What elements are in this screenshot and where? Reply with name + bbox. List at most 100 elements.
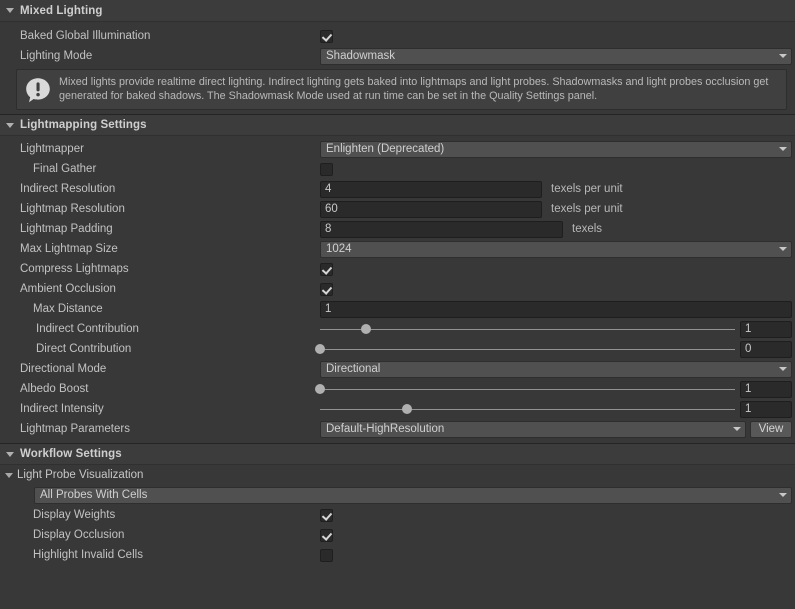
light-probe-visualization-title: Light Probe Visualization (17, 469, 144, 481)
foldout-arrow-icon[interactable] (6, 451, 14, 457)
foldout-arrow-icon[interactable] (5, 472, 13, 478)
slider-handle[interactable] (315, 344, 325, 354)
checkbox-ambient-occlusion[interactable] (320, 282, 333, 296)
label-display-occlusion: Display Occlusion (33, 529, 125, 541)
label-max-distance: Max Distance (33, 303, 103, 315)
checkbox-display-weights[interactable] (320, 508, 333, 522)
row-baked-global-illumination: Baked Global Illumination (0, 26, 795, 46)
field-lightmap-resolution: 60 texels per unit (320, 200, 792, 218)
field-indirect-intensity: 1 (320, 400, 792, 418)
label-direct-contribution: Direct Contribution (36, 343, 132, 355)
dropdown-lightmap-parameters[interactable]: Default-HighResolution (320, 420, 746, 438)
field-compress-lightmaps (320, 262, 792, 276)
field-indirect-resolution: 4 texels per unit (320, 180, 792, 198)
unit-lightmap-padding: texels (572, 223, 603, 235)
label-lightmapper: Lightmapper (20, 143, 84, 155)
label-compress-lightmaps: Compress Lightmaps (20, 263, 129, 275)
slider-indirect-contribution[interactable] (320, 321, 735, 338)
dropdown-directional-mode-value: Directional (326, 363, 381, 375)
row-direct-contribution: Direct Contribution 0 (0, 339, 795, 359)
section-header-workflow-settings[interactable]: Workflow Settings (0, 443, 795, 465)
field-final-gather (320, 162, 792, 176)
input-max-distance-value: 1 (325, 303, 332, 315)
foldout-light-probe-visualization[interactable]: Light Probe Visualization (0, 465, 795, 485)
field-highlight-invalid-cells (320, 548, 792, 562)
label-directional-mode: Directional Mode (20, 363, 107, 375)
checkbox-compress-lightmaps[interactable] (320, 262, 333, 276)
slider-track (320, 408, 735, 410)
foldout-arrow-icon[interactable] (6, 8, 14, 13)
input-lightmap-resolution-value: 60 (325, 203, 338, 215)
input-direct-contribution-value: 0 (745, 343, 752, 355)
row-compress-lightmaps: Compress Lightmaps (0, 259, 795, 279)
slider-track (320, 328, 735, 330)
input-lightmap-resolution[interactable]: 60 (320, 200, 542, 218)
label-lighting-mode: Lighting Mode (20, 50, 93, 62)
chevron-down-icon (779, 493, 787, 497)
row-lightmap-parameters: Lightmap Parameters Default-HighResoluti… (0, 419, 795, 439)
label-lightmap-padding: Lightmap Padding (20, 223, 113, 235)
checkbox-final-gather[interactable] (320, 162, 333, 176)
field-directional-mode: Directional (320, 360, 792, 378)
section-header-mixed-lighting[interactable]: Mixed Lighting (0, 0, 795, 22)
slider-direct-contribution[interactable] (315, 341, 735, 358)
input-indirect-resolution-value: 4 (325, 183, 332, 195)
input-indirect-contribution[interactable]: 1 (740, 320, 792, 338)
slider-albedo-boost[interactable] (315, 381, 735, 398)
helpbox-mixed-lighting: Mixed lights provide realtime direct lig… (16, 69, 787, 110)
view-button[interactable]: View (750, 420, 792, 438)
input-indirect-resolution[interactable]: 4 (320, 180, 542, 198)
row-lightmap-padding: Lightmap Padding 8 texels (0, 219, 795, 239)
dropdown-max-lightmap-size[interactable]: 1024 (320, 240, 792, 258)
slider-handle[interactable] (315, 384, 325, 394)
field-display-weights (320, 508, 792, 522)
unit-indirect-resolution: texels per unit (551, 183, 623, 195)
chevron-down-icon (733, 427, 741, 431)
section-header-lightmapping-settings[interactable]: Lightmapping Settings (0, 114, 795, 136)
field-lighting-mode: Shadowmask (320, 47, 792, 65)
section-title: Workflow Settings (20, 448, 122, 460)
checkbox-highlight-invalid-cells[interactable] (320, 548, 333, 562)
slider-indirect-intensity[interactable] (320, 401, 735, 418)
dropdown-lighting-mode[interactable]: Shadowmask (320, 47, 792, 65)
section-title: Lightmapping Settings (20, 119, 147, 131)
row-ambient-occlusion: Ambient Occlusion (0, 279, 795, 299)
dropdown-lighting-mode-value: Shadowmask (326, 50, 396, 62)
label-final-gather: Final Gather (33, 163, 97, 175)
checkbox-baked-global-illumination[interactable] (320, 29, 333, 43)
label-lightmap-parameters: Lightmap Parameters (20, 423, 130, 435)
row-display-weights: Display Weights (0, 505, 795, 525)
row-light-probe-visualization-mode: All Probes With Cells (0, 485, 795, 505)
slider-track (320, 388, 735, 390)
input-direct-contribution[interactable]: 0 (740, 340, 792, 358)
dropdown-directional-mode[interactable]: Directional (320, 360, 792, 378)
input-max-distance[interactable]: 1 (320, 300, 792, 318)
checkbox-display-occlusion[interactable] (320, 528, 333, 542)
label-baked-global-illumination: Baked Global Illumination (20, 30, 151, 42)
label-ambient-occlusion: Ambient Occlusion (20, 283, 116, 295)
foldout-arrow-icon[interactable] (6, 122, 14, 128)
field-albedo-boost: 1 (315, 380, 792, 398)
input-albedo-boost[interactable]: 1 (740, 380, 792, 398)
dropdown-lightmap-parameters-value: Default-HighResolution (326, 423, 445, 435)
input-indirect-intensity[interactable]: 1 (740, 400, 792, 418)
dropdown-light-probe-visualization-mode-value: All Probes With Cells (40, 489, 148, 501)
section-title: Mixed Lighting (20, 4, 103, 17)
row-lightmap-resolution: Lightmap Resolution 60 texels per unit (0, 199, 795, 219)
label-display-weights: Display Weights (33, 509, 116, 521)
lighting-settings-panel: Mixed Lighting Baked Global Illumination… (0, 0, 795, 609)
info-icon (26, 77, 50, 102)
row-indirect-resolution: Indirect Resolution 4 texels per unit (0, 179, 795, 199)
field-lightmap-parameters: Default-HighResolution View (320, 420, 792, 438)
row-max-distance: Max Distance 1 (0, 299, 795, 319)
row-lighting-mode: Lighting Mode Shadowmask (0, 46, 795, 66)
label-indirect-intensity: Indirect Intensity (20, 403, 104, 415)
dropdown-light-probe-visualization-mode[interactable]: All Probes With Cells (34, 486, 792, 504)
row-display-occlusion: Display Occlusion (0, 525, 795, 545)
slider-handle[interactable] (360, 324, 371, 334)
slider-handle[interactable] (402, 404, 413, 414)
input-albedo-boost-value: 1 (745, 383, 752, 395)
field-direct-contribution: 0 (315, 340, 792, 358)
input-lightmap-padding[interactable]: 8 (320, 220, 563, 238)
dropdown-lightmapper[interactable]: Enlighten (Deprecated) (320, 140, 792, 158)
